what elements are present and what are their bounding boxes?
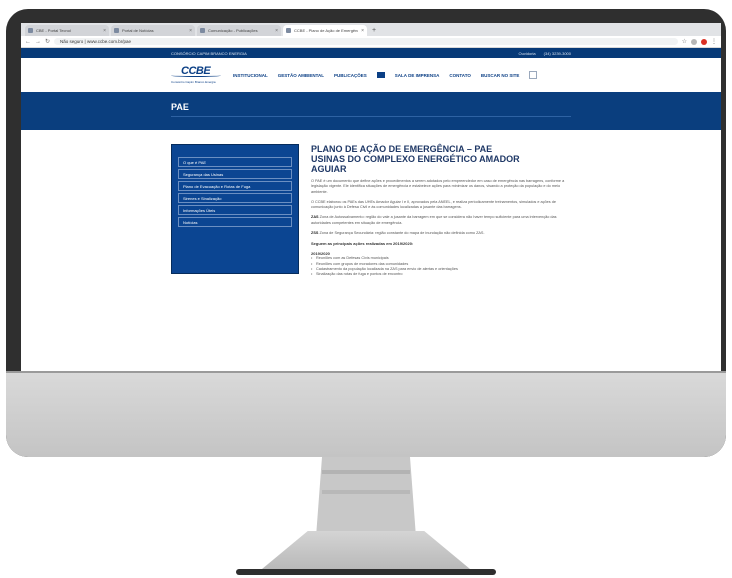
reload-icon[interactable]: ↻ (45, 38, 50, 45)
menu-item-gestao-ambiental[interactable]: GESTÃO AMBIENTAL (278, 73, 324, 78)
list-item: Sinalização das rotas de fuga e pontos d… (311, 272, 567, 277)
article-paragraph: O CCBE elaborou os PAEs das UHEs Amador … (311, 199, 556, 210)
browser-tab[interactable]: CBE - Portal Tecnol × (25, 25, 109, 36)
tab-title: Comunicação - Publicações (208, 28, 258, 33)
search-icon[interactable] (529, 71, 538, 79)
menu-item-sala-imprensa[interactable]: SALA DE IMPRENSA (395, 73, 440, 78)
sidebar-item[interactable]: Sirenes e Sinalização (178, 193, 292, 203)
monitor-neck-stripe (322, 470, 410, 474)
browser-tabstrip: CBE - Portal Tecnol × Portal de Notícias… (21, 23, 721, 36)
term-definition: Zona de Segurança Secundária: região con… (319, 231, 485, 236)
site-logo[interactable]: CCBE Consórcio Capim Branco Energia (171, 62, 223, 88)
screen: CBE - Portal Tecnol × Portal de Notícias… (21, 23, 721, 371)
extension-icon[interactable] (691, 38, 697, 45)
forward-icon[interactable]: → (35, 39, 41, 45)
article-title-line: PLANO DE AÇÃO DE EMERGÊNCIA – PAE (311, 144, 493, 154)
sidebar-item[interactable]: Plano de Evacuação e Rotas de Fuga (178, 181, 292, 191)
article-title-line: USINAS DO COMPLEXO ENERGÉTICO AMADOR (311, 154, 520, 164)
logo-subtitle: Consórcio Capim Branco Energia (171, 80, 216, 84)
sidebar-item[interactable]: Notícias (178, 217, 292, 227)
menu-item-institucional[interactable]: INSTITUCIONAL (233, 73, 268, 78)
sidebar-item[interactable]: O que é PAE (178, 157, 292, 167)
topbar-phone: (34) 3239-3000 (543, 50, 571, 56)
article-paragraph: ZAS Zona de Autossalvamento: região do v… (311, 215, 567, 226)
article: PLANO DE AÇÃO DE EMERGÊNCIA – PAE USINAS… (311, 144, 567, 277)
menu-hamburger-icon[interactable] (376, 72, 385, 78)
site-header: CCBE Consórcio Capim Branco Energia INST… (21, 58, 721, 92)
browser-tab-active[interactable]: CCBE - Plano de Ação de Emergência × (283, 25, 367, 36)
monitor-neck-stripe (322, 490, 410, 494)
menu-item-contato[interactable]: CONTATO (449, 73, 471, 78)
back-icon[interactable]: ← (25, 39, 31, 45)
sidebar-item[interactable]: Informações Úteis (178, 205, 292, 215)
monitor-base (262, 531, 470, 569)
sidebar-item[interactable]: Segurança das Usinas (178, 169, 292, 179)
article-title-line: AGUIAR (311, 164, 347, 174)
topbar-company: CONSÓRCIO CAPIM BRANCO ENERGIA (171, 50, 247, 56)
site-topbar: CONSÓRCIO CAPIM BRANCO ENERGIA Ouvidoria… (21, 48, 721, 58)
article-paragraph: ZSS Zona de Segurança Secundária: região… (311, 231, 567, 236)
sidebar-menu: O que é PAE Segurança das Usinas Plano d… (171, 144, 299, 274)
article-paragraph: O PAE é um documento que define ações e … (311, 179, 565, 194)
menu-item-publicacoes[interactable]: PUBLICAÇÕES (334, 73, 367, 78)
tab-title: CBE - Portal Tecnol (36, 28, 71, 33)
logo-text: CCBE (181, 65, 211, 77)
term-label: ZSS (311, 231, 319, 236)
term-label: ZAS (311, 215, 319, 220)
page-title: PAE (171, 102, 189, 112)
new-tab-button[interactable]: + (369, 25, 379, 36)
monitor-chin (6, 371, 726, 457)
page-content: O que é PAE Segurança das Usinas Plano d… (21, 130, 721, 277)
favicon-icon (114, 28, 119, 33)
main-menu: INSTITUCIONAL GESTÃO AMBIENTAL PUBLICAÇÕ… (233, 71, 538, 79)
topbar-link-ouvidoria[interactable]: Ouvidoria (519, 51, 536, 56)
close-icon[interactable]: × (275, 28, 278, 34)
favicon-icon (200, 28, 205, 33)
tab-title: Portal de Notícias (122, 28, 154, 33)
favicon-icon (286, 28, 291, 33)
article-subheading: Seguem as principais ações realizadas em… (311, 241, 414, 247)
star-icon[interactable]: ☆ (682, 38, 687, 45)
browser-tab[interactable]: Comunicação - Publicações × (197, 25, 281, 36)
monitor-neck (316, 457, 416, 537)
browser-toolbar: ← → ↻ Não seguro | www.ccbe.com.br/pae ☆… (21, 36, 721, 48)
favicon-icon (28, 28, 33, 33)
tab-title: CCBE - Plano de Ação de Emergência (294, 28, 359, 33)
monitor-foot (236, 569, 496, 575)
close-icon[interactable]: × (361, 28, 364, 34)
term-definition: Zona de Autossalvamento: região do vale … (311, 215, 557, 225)
banner-divider (171, 116, 571, 117)
profile-avatar[interactable] (701, 38, 707, 45)
menu-item-buscar[interactable]: BUSCAR NO SITE (481, 73, 520, 78)
close-icon[interactable]: × (103, 28, 106, 34)
close-icon[interactable]: × (189, 28, 192, 34)
page-banner: PAE (21, 92, 721, 130)
address-bar[interactable]: Não seguro | www.ccbe.com.br/pae (54, 38, 678, 45)
menu-icon[interactable]: ⋮ (711, 38, 717, 45)
browser-tab[interactable]: Portal de Notícias × (111, 25, 195, 36)
